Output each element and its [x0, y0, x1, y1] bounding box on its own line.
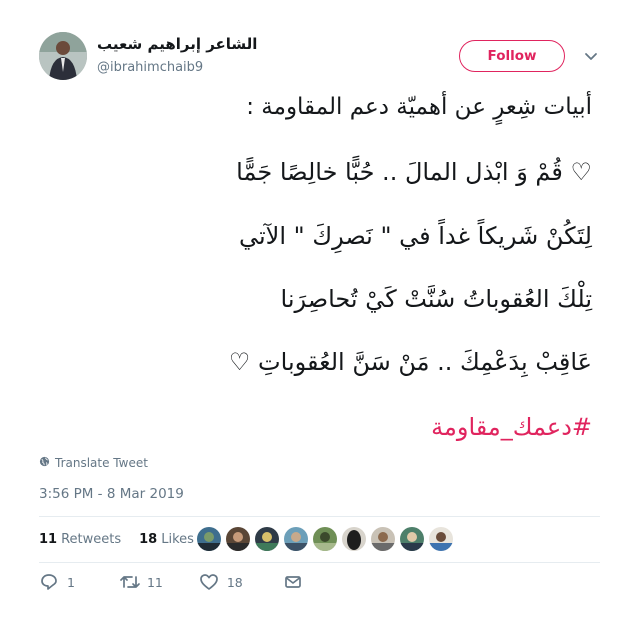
- tweet-actions: 1 11 18: [39, 572, 303, 592]
- reply-icon: [39, 572, 59, 592]
- retweets-stat[interactable]: 11 Retweets: [39, 532, 121, 547]
- liker-avatar[interactable]: [313, 527, 337, 551]
- liker-avatar[interactable]: [255, 527, 279, 551]
- likes-stat[interactable]: 18 Likes: [139, 532, 194, 547]
- liker-avatar[interactable]: [342, 527, 366, 551]
- avatar[interactable]: [39, 32, 87, 80]
- tweet-text-line: عَاقِبْ بِدَعْمِكَ .. مَنْ سَنَّ العُقوب…: [228, 348, 592, 376]
- retweets-count: 11: [39, 532, 58, 547]
- translate-tweet-link[interactable]: Translate Tweet: [39, 456, 148, 470]
- message-icon: [283, 572, 303, 592]
- tweet-text-line: ♡ قُمْ وَ ابْذل المالَ .. حُبًّا خالِصًا…: [236, 158, 592, 186]
- direct-message-button[interactable]: [283, 572, 303, 592]
- chevron-down-icon[interactable]: [583, 48, 599, 64]
- globe-icon: [39, 456, 50, 470]
- tweet-text-line: لِتَكُنْ شَريكاً غداً في " نَصرِكَ " الآ…: [238, 222, 592, 250]
- retweet-count: 11: [146, 574, 163, 590]
- retweet-icon: [119, 572, 141, 592]
- retweets-label: Retweets: [61, 532, 122, 547]
- tweet-text-line: تِلْكَ العُقوباتُ سُنَّتْ كَيْ تُحاصِرَن…: [280, 285, 593, 313]
- liker-avatar[interactable]: [371, 527, 395, 551]
- heart-icon: [199, 572, 219, 592]
- translate-label: Translate Tweet: [55, 456, 148, 470]
- like-button[interactable]: 18: [199, 572, 243, 592]
- display-name[interactable]: الشاعر إبراهيم شعيب: [97, 35, 257, 53]
- liker-avatar[interactable]: [284, 527, 308, 551]
- liker-avatar[interactable]: [400, 527, 424, 551]
- liker-avatar[interactable]: [226, 527, 250, 551]
- like-count: 18: [226, 574, 243, 590]
- retweet-button[interactable]: 11: [119, 572, 163, 592]
- likes-label: Likes: [161, 532, 194, 547]
- reply-button[interactable]: 1: [39, 572, 75, 592]
- tweet-text-line: أبيات شِعرٍ عن أهميّة دعم المقاومة :: [246, 94, 592, 120]
- follow-button[interactable]: Follow: [459, 40, 565, 72]
- user-handle[interactable]: @ibrahimchaib9: [97, 60, 203, 75]
- liker-avatars: [197, 527, 458, 551]
- reply-count: 1: [67, 574, 75, 590]
- divider: [39, 516, 600, 517]
- tweet-timestamp[interactable]: 3:56 PM - 8 Mar 2019: [39, 486, 184, 502]
- tweet-stats: 11 Retweets 18 Likes: [39, 532, 194, 547]
- liker-avatar[interactable]: [197, 527, 221, 551]
- liker-avatar[interactable]: [429, 527, 453, 551]
- divider: [39, 562, 600, 563]
- likes-count: 18: [139, 532, 158, 547]
- hashtag-link[interactable]: #دعمك_مقاومة: [431, 413, 592, 441]
